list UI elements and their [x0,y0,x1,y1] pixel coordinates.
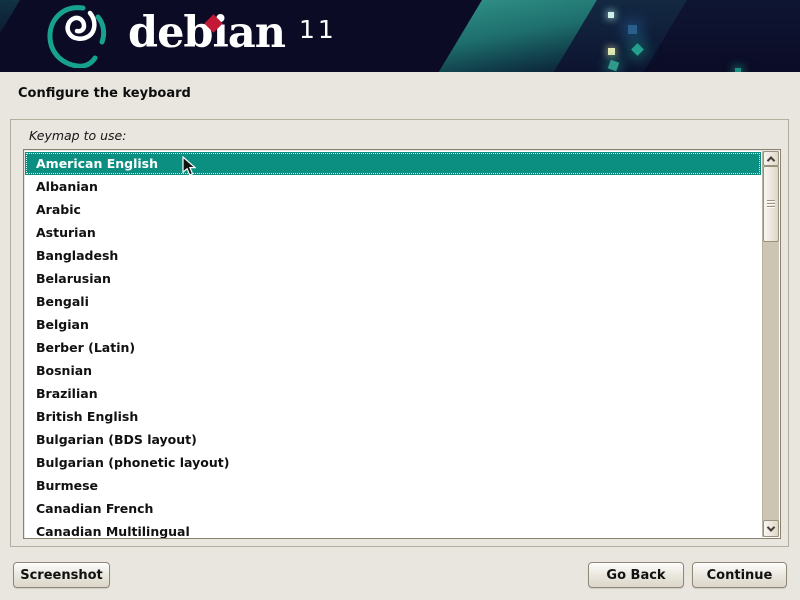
keymap-list-rows: American English Albanian Arabic Asturia… [25,152,761,538]
list-item[interactable]: Bulgarian (phonetic layout) [25,451,761,474]
mouse-cursor-icon [182,156,196,177]
banner-decoration [608,12,614,18]
scroll-up-button[interactable] [763,151,779,166]
list-item-label: British English [36,409,138,424]
banner-decoration [608,48,615,55]
list-item[interactable]: Brazilian [25,382,761,405]
list-item-label: Belgian [36,317,89,332]
banner-decoration [735,68,741,72]
scrollbar-grip-icon [767,200,775,208]
debian-version: 11 [299,15,337,44]
list-item-label: Bulgarian (BDS layout) [36,432,197,447]
vertical-scrollbar[interactable] [762,151,779,537]
scrollbar-thumb[interactable] [763,166,779,242]
installer-banner: debian 11 [0,0,800,72]
debian-swirl-icon [46,4,110,68]
list-item-label: Arabic [36,202,81,217]
chevron-down-icon [767,523,775,531]
list-item[interactable]: Bosnian [25,359,761,382]
list-item-label: Berber (Latin) [36,340,135,355]
scroll-down-button[interactable] [763,520,779,537]
go-back-button[interactable]: Go Back [588,562,684,588]
list-item-label: Bulgarian (phonetic layout) [36,455,229,470]
keymap-panel: Keymap to use: American English Albanian… [10,119,789,547]
list-item[interactable]: Burmese [25,474,761,497]
chevron-up-icon [767,156,775,164]
list-item[interactable]: Bangladesh [25,244,761,267]
debian-wordmark: debian [128,8,285,58]
screenshot-button[interactable]: Screenshot [13,562,110,588]
list-item-label: American English [36,156,158,171]
banner-decoration [0,0,20,72]
list-item[interactable]: Bengali [25,290,761,313]
list-item-label: Bosnian [36,363,92,378]
list-item[interactable]: Asturian [25,221,761,244]
banner-decoration [628,25,637,34]
list-item-label: Brazilian [36,386,98,401]
list-item-label: Canadian French [36,501,153,516]
list-item-label: Burmese [36,478,98,493]
list-item[interactable]: Albanian [25,175,761,198]
keymap-list: American English Albanian Arabic Asturia… [23,149,781,539]
list-item[interactable]: Belgian [25,313,761,336]
list-item-label: Canadian Multilingual [36,524,190,538]
continue-button[interactable]: Continue [692,562,787,588]
page-title: Configure the keyboard [18,86,191,101]
list-item[interactable]: British English [25,405,761,428]
list-item[interactable]: Arabic [25,198,761,221]
list-item[interactable]: Berber (Latin) [25,336,761,359]
keymap-label: Keymap to use: [29,128,126,143]
list-item-label: Bengali [36,294,89,309]
list-item[interactable]: Bulgarian (BDS layout) [25,428,761,451]
list-item-label: Belarusian [36,271,111,286]
list-item[interactable]: Canadian French [25,497,761,520]
debian-wordmark-text: debian [128,8,285,58]
list-item[interactable]: Canadian Multilingual [25,520,761,538]
list-item-label: Asturian [36,225,96,240]
list-item-label: Albanian [36,179,98,194]
list-item[interactable]: Belarusian [25,267,761,290]
list-item-label: Bangladesh [36,248,118,263]
list-item[interactable]: American English [25,152,761,175]
